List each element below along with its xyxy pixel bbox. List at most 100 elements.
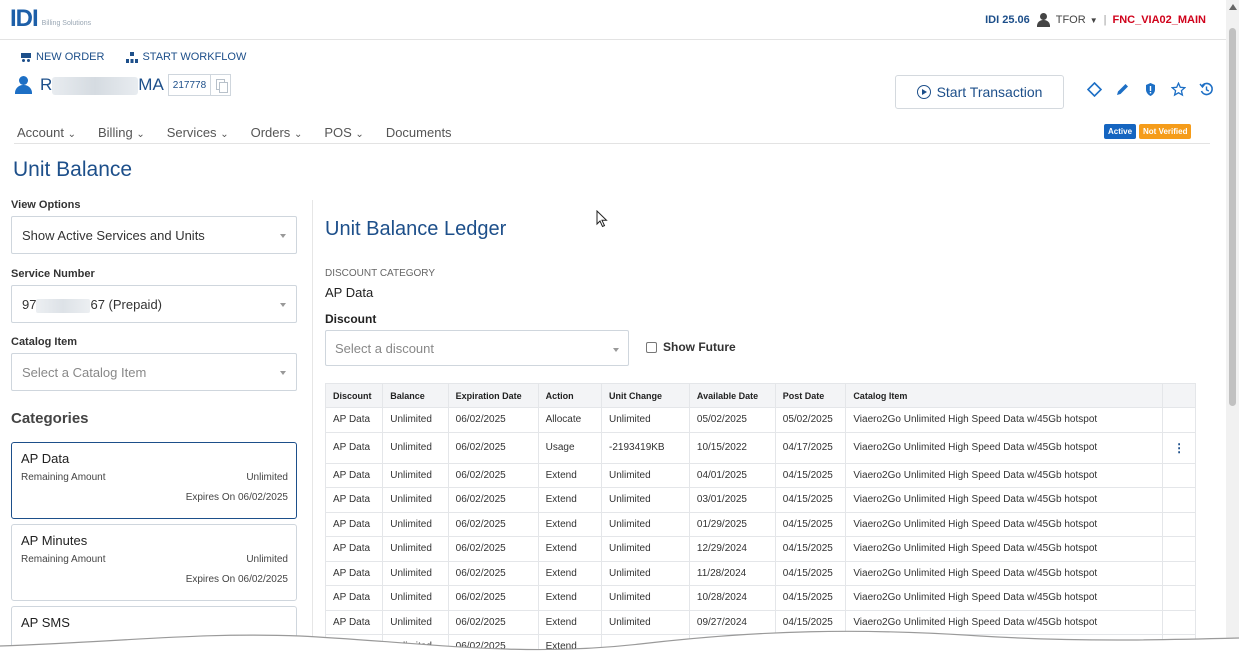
row-menu-header — [1162, 383, 1196, 408]
table-cell: AP Data — [324, 560, 384, 586]
category-name: AP Minutes — [21, 533, 88, 548]
table-row[interactable]: AP Data Unlimited 06/02/2025 Usage -2193419K… — [324, 431, 1196, 464]
kebab-icon[interactable]: ⋮ — [1173, 441, 1185, 455]
shield-icon[interactable] — [1143, 82, 1158, 97]
top-right-info: IDI 25.06 TFOR ▼ | FNC_VIA02_MAIN — [985, 13, 1206, 27]
cart-icon — [20, 52, 32, 62]
category-card-ap-data[interactable]: AP Data Remaining Amount Unlimited Expir… — [11, 442, 297, 519]
customer-name-start: R — [40, 75, 53, 94]
history-icon[interactable] — [1199, 82, 1214, 97]
view-options-select[interactable]: Show Active Services and Units — [11, 216, 297, 254]
table-cell: Unlimited — [382, 560, 449, 586]
category-card-ap-minutes[interactable]: AP Minutes Remaining Amount Unlimited Ex… — [11, 524, 297, 601]
table-cell: Viaero2Go Unlimited High Speed Data w/45… — [845, 560, 1164, 586]
workflow-icon — [126, 51, 138, 63]
column-header[interactable]: Expiration Date — [447, 383, 539, 408]
remaining-label: Remaining Amount — [21, 554, 106, 565]
table-cell: 04/15/2025 — [774, 536, 847, 562]
redacted-number — [36, 298, 91, 313]
table-cell: 06/02/2025 — [447, 431, 539, 464]
start-transaction-button[interactable]: Start Transaction — [895, 75, 1064, 109]
pencil-icon[interactable] — [1115, 82, 1130, 97]
table-row[interactable]: AP Data Unlimited 06/02/2025 Allocate Unlimi… — [324, 407, 1196, 433]
nav-services[interactable]: Services ⌄ — [167, 125, 229, 140]
column-header[interactable]: Balance — [382, 383, 449, 408]
table-cell: Unlimited — [382, 407, 449, 433]
copy-icon[interactable] — [210, 75, 230, 95]
table-cell: 12/29/2024 — [688, 536, 776, 562]
start-workflow-button[interactable]: START WORKFLOW — [126, 51, 246, 63]
caret-down-icon — [613, 348, 619, 352]
star-icon[interactable] — [1171, 82, 1186, 97]
column-header[interactable]: Discount — [324, 383, 384, 408]
torn-edge — [0, 630, 1239, 655]
caret-down-icon — [280, 303, 286, 307]
table-cell: Unlimited — [601, 536, 690, 562]
table-cell: 06/02/2025 — [447, 487, 539, 513]
table-cell: Extend — [537, 560, 603, 586]
table-row[interactable]: AP Data Unlimited 06/02/2025 Extend Unlimite… — [324, 585, 1196, 611]
table-row[interactable]: AP Data Unlimited 06/02/2025 Extend Unlimite… — [324, 536, 1196, 562]
nav-account-label: Account — [17, 125, 64, 140]
table-cell: 06/02/2025 — [447, 560, 539, 586]
user-dropdown-icon: ▼ — [1089, 15, 1098, 25]
catalog-item-select[interactable]: Select a Catalog Item — [11, 353, 297, 391]
table-cell: Unlimited — [382, 536, 449, 562]
new-order-label: NEW ORDER — [36, 51, 105, 63]
discount-category-value: AP Data — [325, 285, 374, 300]
row-menu-cell: ⋮ — [1162, 431, 1196, 464]
user-icon — [1036, 13, 1052, 27]
table-cell: 06/02/2025 — [447, 407, 539, 433]
table-cell: 06/02/2025 — [447, 536, 539, 562]
table-cell: 03/01/2025 — [688, 487, 776, 513]
table-cell: Viaero2Go Unlimited High Speed Data w/45… — [845, 462, 1164, 488]
table-cell: Unlimited — [601, 511, 690, 537]
table-cell: AP Data — [324, 536, 384, 562]
table-cell: 10/15/2022 — [688, 431, 776, 464]
table-cell: Viaero2Go Unlimited High Speed Data w/45… — [845, 407, 1164, 433]
table-cell: Unlimited — [382, 462, 449, 488]
table-row[interactable]: AP Data Unlimited 06/02/2025 Extend Unlimite… — [324, 462, 1196, 488]
caret-down-icon — [280, 234, 286, 238]
start-transaction-label: Start Transaction — [936, 84, 1043, 100]
table-cell: Extend — [537, 585, 603, 611]
table-row[interactable]: AP Data Unlimited 06/02/2025 Extend Unlimite… — [324, 560, 1196, 586]
table-cell: AP Data — [324, 511, 384, 537]
nav-pos[interactable]: POS ⌄ — [324, 125, 363, 140]
scroll-up-arrow-icon[interactable] — [1229, 4, 1237, 10]
nav-account[interactable]: Account ⌄ — [17, 125, 76, 140]
row-menu-cell — [1162, 487, 1196, 513]
show-future-toggle[interactable]: Show Future — [646, 340, 736, 354]
nav-orders[interactable]: Orders ⌄ — [251, 125, 303, 140]
service-number-select[interactable]: 97 67 (Prepaid) — [11, 285, 297, 323]
table-cell: 04/15/2025 — [774, 511, 847, 537]
table-row[interactable]: AP Data Unlimited 06/02/2025 Extend Unlimite… — [324, 511, 1196, 537]
column-header[interactable]: Unit Change — [601, 383, 690, 408]
show-future-checkbox[interactable] — [646, 341, 657, 353]
column-header[interactable]: Catalog Item — [845, 383, 1164, 408]
user-menu[interactable]: TFOR ▼ — [1036, 13, 1098, 27]
catalog-item-placeholder: Select a Catalog Item — [22, 365, 147, 380]
expires-text: Expires On 06/02/2025 — [185, 574, 288, 585]
column-header[interactable]: Available Date — [688, 383, 776, 408]
diamond-icon[interactable] — [1087, 82, 1102, 97]
service-number-suffix: 67 (Prepaid) — [90, 297, 163, 312]
table-cell: Unlimited — [601, 407, 690, 433]
nav-documents[interactable]: Documents — [386, 125, 452, 140]
table-cell: Unlimited — [382, 431, 449, 464]
chevron-down-icon: ⌄ — [136, 129, 145, 140]
logo[interactable]: IDI Billing Solutions — [10, 7, 91, 31]
table-cell: Extend — [537, 462, 603, 488]
nav-billing[interactable]: Billing ⌄ — [98, 125, 145, 140]
separator: | — [1103, 14, 1107, 26]
table-row[interactable]: AP Data Unlimited 06/02/2025 Extend Unlimite… — [324, 487, 1196, 513]
column-header[interactable]: Action — [537, 383, 603, 408]
new-order-button[interactable]: NEW ORDER — [20, 51, 104, 63]
column-header[interactable]: Post Date — [774, 383, 847, 408]
discount-select[interactable]: Select a discount — [325, 330, 629, 366]
vertical-scrollbar[interactable] — [1226, 0, 1239, 655]
scrollbar-thumb[interactable] — [1229, 28, 1236, 406]
environment-label: FNC_VIA02_MAIN — [1112, 14, 1206, 26]
customer-id: 217778 — [172, 79, 207, 91]
table-cell: AP Data — [324, 487, 384, 513]
